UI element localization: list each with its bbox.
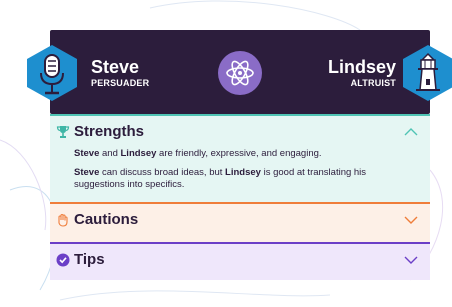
tips-title: Tips	[74, 251, 105, 268]
strengths-section: Strengths Steve and Lindsey are friendly…	[50, 114, 430, 202]
tips-section[interactable]: Tips	[50, 242, 430, 280]
atom-badge	[218, 51, 262, 95]
strengths-title: Strengths	[74, 123, 145, 140]
right-person-name: Lindsey	[327, 57, 396, 77]
left-person-name: Steve	[91, 57, 140, 77]
cautions-section[interactable]: Cautions	[50, 202, 430, 242]
chevron-up-icon[interactable]	[404, 127, 418, 137]
left-person-role: PERSUADER	[91, 78, 150, 88]
tips-header[interactable]: Tips	[50, 244, 430, 276]
compatibility-card: Steve PERSUADER Lindsey ALTRUIST Strengt…	[27, 30, 452, 280]
strengths-line-2: Steve can discuss broad ideas, but Linds…	[74, 166, 367, 191]
lighthouse-icon	[403, 45, 452, 101]
strengths-line-1: Steve and Lindsey are friendly, expressi…	[74, 148, 322, 159]
hand-icon	[58, 213, 68, 227]
right-person-role: ALTRUIST	[350, 78, 396, 88]
microphone-icon	[27, 45, 77, 101]
pair-header: Steve PERSUADER Lindsey ALTRUIST	[27, 30, 452, 114]
cautions-header[interactable]: Cautions	[50, 204, 430, 236]
atom-icon	[226, 60, 254, 86]
strengths-header[interactable]: Strengths	[50, 116, 430, 148]
trophy-icon	[56, 126, 70, 138]
strengths-body: Steve and Lindsey are friendly, expressi…	[74, 148, 404, 198]
check-circle-icon	[56, 253, 70, 267]
chevron-down-icon[interactable]	[404, 255, 418, 265]
cautions-title: Cautions	[74, 211, 139, 228]
chevron-down-icon[interactable]	[404, 215, 418, 225]
